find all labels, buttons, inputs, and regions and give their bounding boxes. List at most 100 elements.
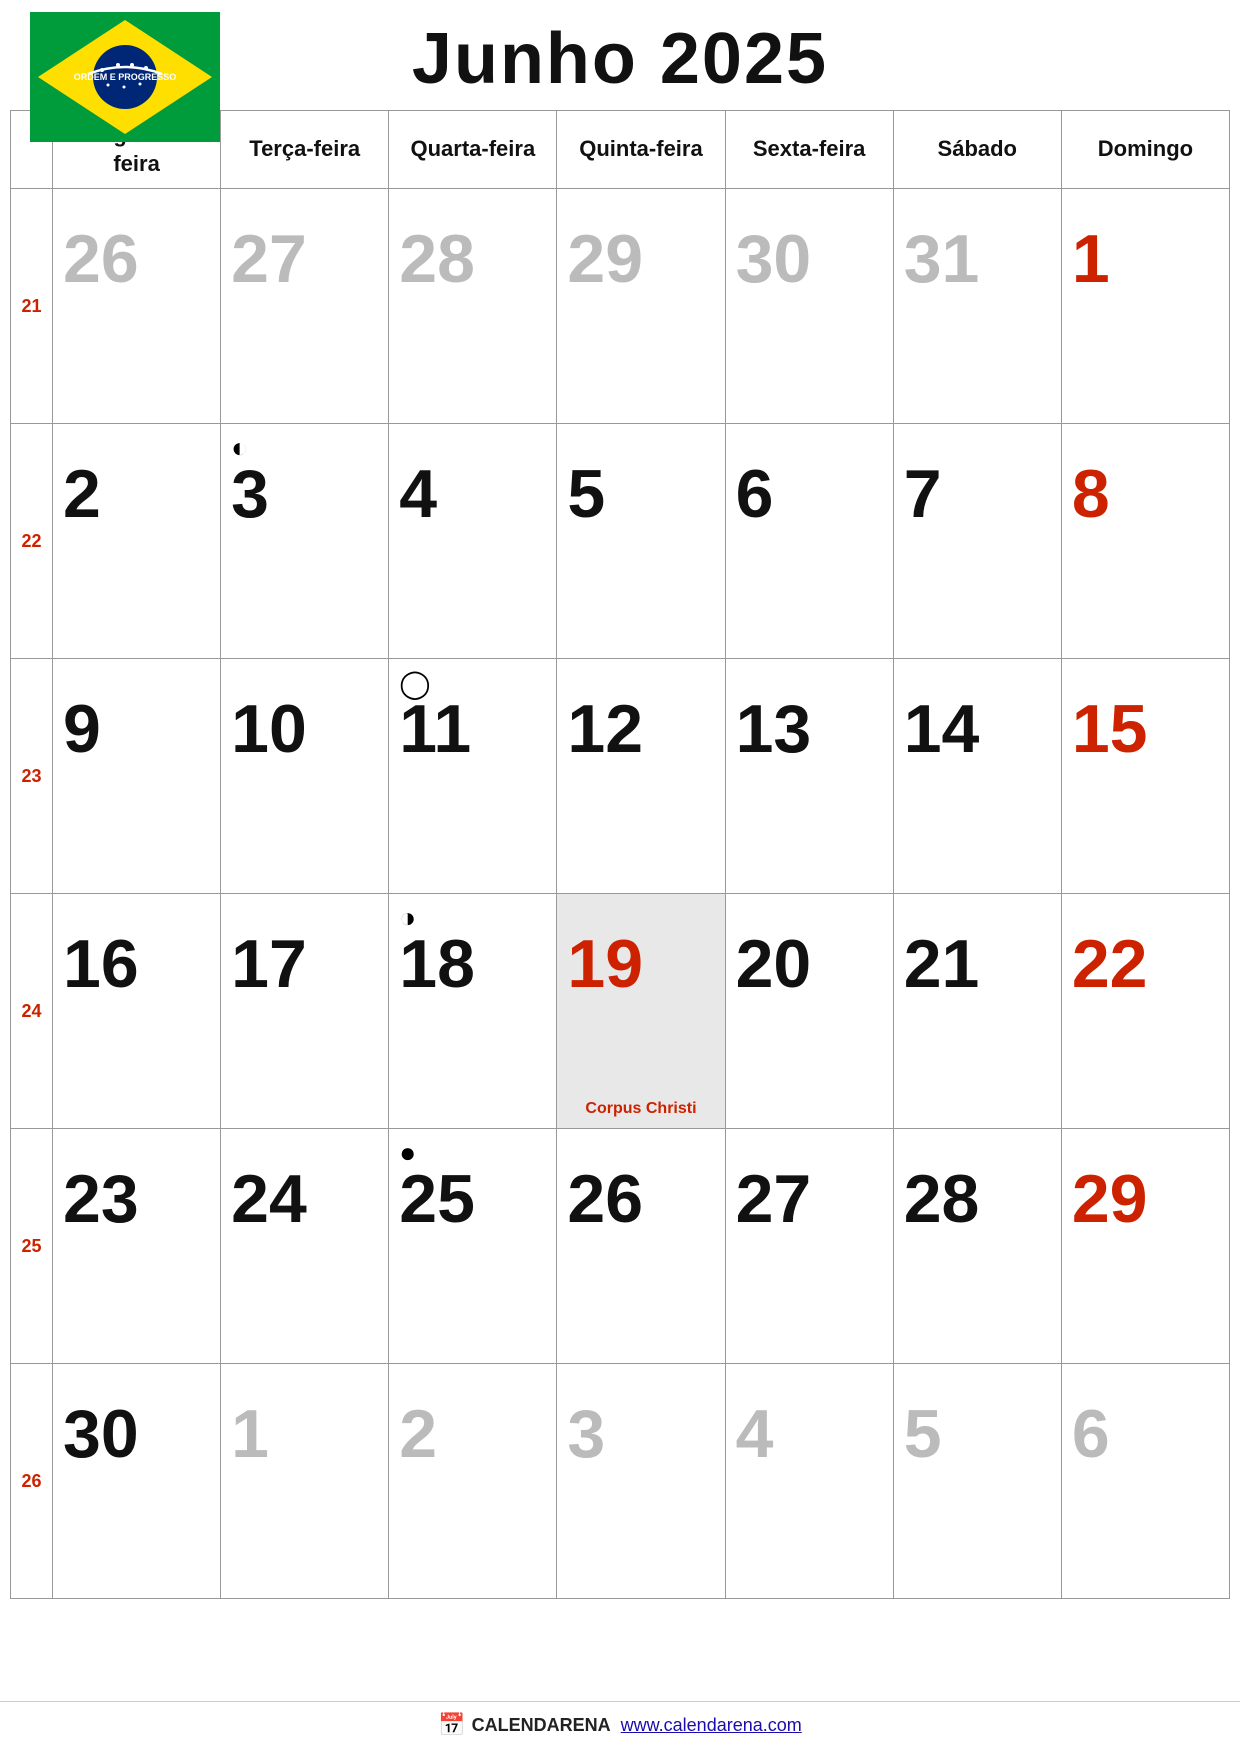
day-number: 3 <box>567 1400 714 1468</box>
footer-url[interactable]: www.calendarena.com <box>621 1715 802 1736</box>
calendar-cell-w5-d6: 6 <box>1061 1364 1229 1599</box>
day-number: 7 <box>904 460 1051 528</box>
day-number: 14 <box>904 695 1051 763</box>
calendar-icon: 📅 <box>438 1712 465 1738</box>
calendar-cell-w5-d1: 1 <box>221 1364 389 1599</box>
day-number: 2 <box>63 460 210 528</box>
day-number: 22 <box>1072 930 1219 998</box>
calendar-cell-w2-d3: 12 <box>557 659 725 894</box>
footer: 📅 CALENDARENA www.calendarena.com <box>0 1701 1240 1754</box>
calendar-cell-w5-d3: 3 <box>557 1364 725 1599</box>
calendar-cell-w4-d4: 27 <box>725 1129 893 1364</box>
day-number: 8 <box>1072 460 1219 528</box>
calendar-cell-w5-d2: 2 <box>389 1364 557 1599</box>
day-number: 12 <box>567 695 714 763</box>
day-number: 27 <box>736 1165 883 1233</box>
calendar-cell-w2-d5: 14 <box>893 659 1061 894</box>
calendar-table: Segunda-feira Terça-feira Quarta-feira Q… <box>10 110 1230 1599</box>
day-number: 30 <box>63 1400 210 1468</box>
calendar-cell-w5-d4: 4 <box>725 1364 893 1599</box>
calendar-cell-w3-d5: 21 <box>893 894 1061 1129</box>
day-number: 27 <box>231 225 378 293</box>
day-number: 13 <box>736 695 883 763</box>
svg-text:ORDEM E PROGRESSO: ORDEM E PROGRESSO <box>74 72 177 82</box>
day-number: 31 <box>904 225 1051 293</box>
day-number: 30 <box>736 225 883 293</box>
holiday-label: Corpus Christi <box>557 1100 724 1118</box>
day-number: 23 <box>63 1165 210 1233</box>
calendar-cell-w3-d2: ◑18 <box>389 894 557 1129</box>
day-number: 26 <box>567 1165 714 1233</box>
brand-name: CALENDARENA <box>472 1715 611 1736</box>
calendar-cell-w3-d0: 16 <box>53 894 221 1129</box>
col-header-tue: Terça-feira <box>221 111 389 189</box>
day-number: 1 <box>231 1400 378 1468</box>
week-num-21: 21 <box>11 189 53 424</box>
day-number: 6 <box>736 460 883 528</box>
col-header-sat: Sábado <box>893 111 1061 189</box>
day-number: 29 <box>1072 1165 1219 1233</box>
day-number: 26 <box>63 225 210 293</box>
calendar-cell-w1-d0: 2 <box>53 424 221 659</box>
calendar-cell-w4-d6: 29 <box>1061 1129 1229 1364</box>
calendar-cell-w5-d5: 5 <box>893 1364 1061 1599</box>
week-num-26: 26 <box>11 1364 53 1599</box>
calendar-cell-w4-d5: 28 <box>893 1129 1061 1364</box>
day-number: 6 <box>1072 1400 1219 1468</box>
day-number: 4 <box>399 460 546 528</box>
calendar-cell-w0-d1: 27 <box>221 189 389 424</box>
day-number: 2 <box>399 1400 546 1468</box>
calendar-cell-w1-d3: 5 <box>557 424 725 659</box>
week-num-22: 22 <box>11 424 53 659</box>
moon-icon-first-quarter: ◑ <box>399 902 416 934</box>
brazil-flag: ORDEM E PROGRESSO <box>30 12 220 142</box>
calendar-cell-w1-d6: 8 <box>1061 424 1229 659</box>
week-num-25: 25 <box>11 1129 53 1364</box>
col-header-fri: Sexta-feira <box>725 111 893 189</box>
calendar-cell-w2-d1: 10 <box>221 659 389 894</box>
moon-icon-last-quarter: ◐ <box>231 432 248 464</box>
calendar-cell-w3-d3: 19 Corpus Christi <box>557 894 725 1129</box>
day-number: 25 <box>399 1165 546 1233</box>
day-number: 18 <box>399 930 546 998</box>
calendar-cell-w2-d0: 9 <box>53 659 221 894</box>
col-header-wed: Quarta-feira <box>389 111 557 189</box>
calendar-cell-w1-d4: 6 <box>725 424 893 659</box>
calendar-cell-w3-d1: 17 <box>221 894 389 1129</box>
col-header-sun: Domingo <box>1061 111 1229 189</box>
calendar-cell-w3-d6: 22 <box>1061 894 1229 1129</box>
day-number: 24 <box>231 1165 378 1233</box>
day-number: 11 <box>399 695 546 763</box>
day-number: 4 <box>736 1400 883 1468</box>
calendar-cell-w0-d5: 31 <box>893 189 1061 424</box>
day-number: 1 <box>1072 225 1219 293</box>
calendar-cell-w4-d0: 23 <box>53 1129 221 1364</box>
calendar-header: ORDEM E PROGRESSO Junho 2025 <box>0 0 1240 110</box>
day-number: 9 <box>63 695 210 763</box>
calendar-cell-w4-d2: ●25 <box>389 1129 557 1364</box>
calendar-cell-w2-d6: 15 <box>1061 659 1229 894</box>
page-title: Junho 2025 <box>412 18 828 100</box>
col-header-thu: Quinta-feira <box>557 111 725 189</box>
day-number: 10 <box>231 695 378 763</box>
calendar-cell-w0-d0: 26 <box>53 189 221 424</box>
calendar-cell-w1-d1: ◐3 <box>221 424 389 659</box>
day-number: 29 <box>567 225 714 293</box>
calendar-cell-w1-d2: 4 <box>389 424 557 659</box>
day-number: 19 <box>567 930 714 998</box>
calendar-cell-w0-d6: 1 <box>1061 189 1229 424</box>
calendar-cell-w4-d1: 24 <box>221 1129 389 1364</box>
calendar-cell-w2-d2: ◯11 <box>389 659 557 894</box>
calendar-cell-w0-d2: 28 <box>389 189 557 424</box>
day-number: 28 <box>399 225 546 293</box>
calendar-cell-w1-d5: 7 <box>893 424 1061 659</box>
day-number: 28 <box>904 1165 1051 1233</box>
moon-icon-full-moon: ● <box>399 1137 416 1169</box>
calendar-cell-w0-d4: 30 <box>725 189 893 424</box>
day-number: 21 <box>904 930 1051 998</box>
calendar-cell-w3-d4: 20 <box>725 894 893 1129</box>
day-number: 17 <box>231 930 378 998</box>
week-num-24: 24 <box>11 894 53 1129</box>
day-number: 5 <box>904 1400 1051 1468</box>
calendar-wrapper: Segunda-feira Terça-feira Quarta-feira Q… <box>0 110 1240 1701</box>
